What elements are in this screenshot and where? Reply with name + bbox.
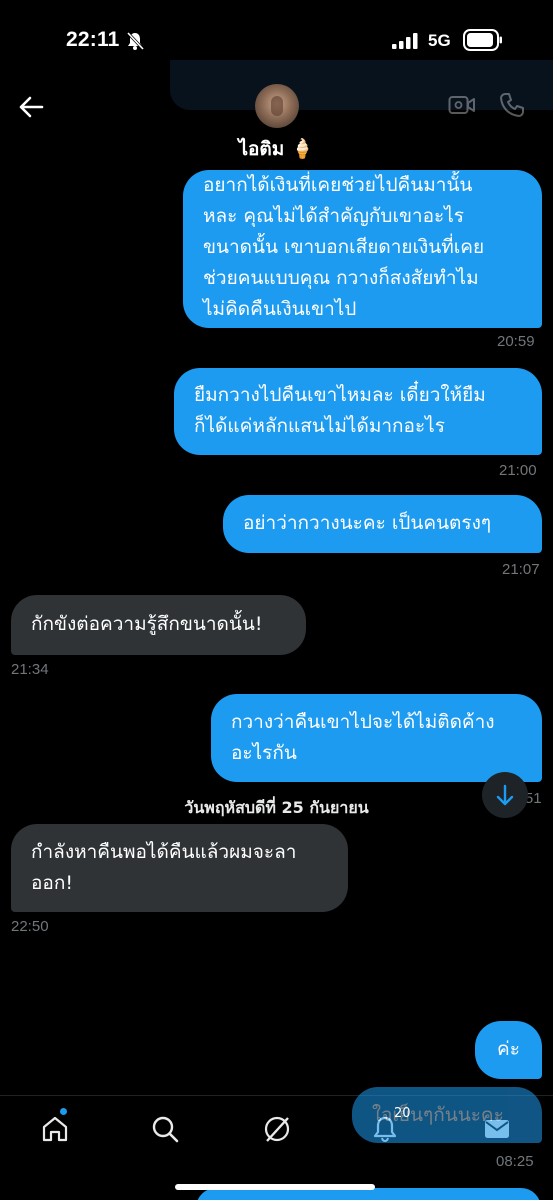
status-time: 22:11 xyxy=(66,28,120,51)
message-bubble-sent[interactable]: ยืมกวางไปคืนเขาไหมละ เดี๋ยวให้ยืม ก็ได้แ… xyxy=(174,368,542,455)
message-bubble-sent-overlay[interactable]: ใจเย็นๆกันนะคะ xyxy=(352,1087,542,1143)
network-type: 5G xyxy=(428,31,451,50)
message-line: ยืมกวางไปคืนเขาไหมละ เดี๋ยวให้ยืม xyxy=(194,384,486,406)
message-line: หละ คุณไม่ได้สำคัญกับเขาอะไร xyxy=(203,205,464,227)
message-line: อะไรกัน xyxy=(231,742,297,764)
message-line: ช่วยคนแบบคุณ กวางก็สงสัยทำไม xyxy=(203,267,479,289)
message-time: 21:00 xyxy=(499,462,537,479)
home-icon[interactable] xyxy=(40,1114,70,1144)
message-line: ก็ได้แค่หลักแสนไม่ได้มากอะไร xyxy=(194,415,445,437)
header-blur xyxy=(170,60,553,110)
message-line: กำลังหาคืนพอได้คืนแล้วผมจะลา xyxy=(31,841,297,863)
notification-dot xyxy=(60,1108,67,1115)
avatar[interactable] xyxy=(255,84,299,128)
grok-icon[interactable] xyxy=(262,1114,292,1144)
date-separator: วันพฤหัสบดีที่ 25 กันยายน xyxy=(184,798,369,817)
message-line: ขนาดนั้น เขาบอกเสียดายเงินที่เคย xyxy=(203,236,485,258)
contact-name[interactable]: ไอติม 🍦 xyxy=(0,134,553,164)
phone-icon[interactable] xyxy=(498,91,526,119)
back-arrow-icon[interactable] xyxy=(16,92,46,122)
scroll-down-button[interactable] xyxy=(482,772,528,818)
message-bubble-sent[interactable]: ค่ะ xyxy=(475,1021,542,1079)
video-call-icon[interactable] xyxy=(448,94,476,116)
scroll-down-icon xyxy=(496,784,514,806)
message-line: อยากได้เงินที่เคยช่วยไปคืนมานั้น xyxy=(203,174,473,196)
message-time: 20:59 xyxy=(497,333,535,350)
bell-off-icon xyxy=(126,31,145,51)
signal-icon xyxy=(392,33,418,49)
message-line: กวางว่าคืนเขาไปจะได้ไม่ติดค้าง xyxy=(231,711,495,733)
notification-badge: 20 xyxy=(394,1106,411,1121)
home-indicator xyxy=(175,1184,375,1190)
message-time: 21:34 xyxy=(11,661,49,678)
message-line: กักขังต่อความรู้สึกขนาดนั้น! xyxy=(31,613,263,635)
message-line: ออก! xyxy=(31,872,73,894)
message-line: อย่าว่ากวางนะคะ เป็นคนตรงๆ xyxy=(243,512,492,534)
message-bubble-received[interactable]: กำลังหาคืนพอได้คืนแล้วผมจะลา ออก! xyxy=(11,824,348,912)
search-icon[interactable] xyxy=(150,1114,180,1144)
message-bubble-sent[interactable]: กวางว่าคืนเขาไปจะได้ไม่ติดค้าง อะไรกัน xyxy=(211,694,542,782)
message-line: ไม่คิดคืนเงินเขาไป xyxy=(203,298,357,320)
message-bubble-received[interactable]: กักขังต่อความรู้สึกขนาดนั้น! xyxy=(11,595,306,655)
chat-header: ไอติม 🍦 xyxy=(0,60,553,170)
chat-thread[interactable]: อยากได้เงินที่เคยช่วยไปคืนมานั้น หละ คุณ… xyxy=(0,170,553,1100)
message-time: 21:07 xyxy=(502,561,540,578)
message-bubble-sent[interactable]: อยากได้เงินที่เคยช่วยไปคืนมานั้น หละ คุณ… xyxy=(183,170,542,328)
battery-icon xyxy=(463,29,502,51)
message-time: 08:25 xyxy=(496,1153,534,1170)
message-bubble-sent[interactable]: อย่าว่ากวางนะคะ เป็นคนตรงๆ xyxy=(223,495,542,553)
message-time: 22:50 xyxy=(11,918,49,935)
message-line: ค่ะ xyxy=(497,1038,520,1060)
